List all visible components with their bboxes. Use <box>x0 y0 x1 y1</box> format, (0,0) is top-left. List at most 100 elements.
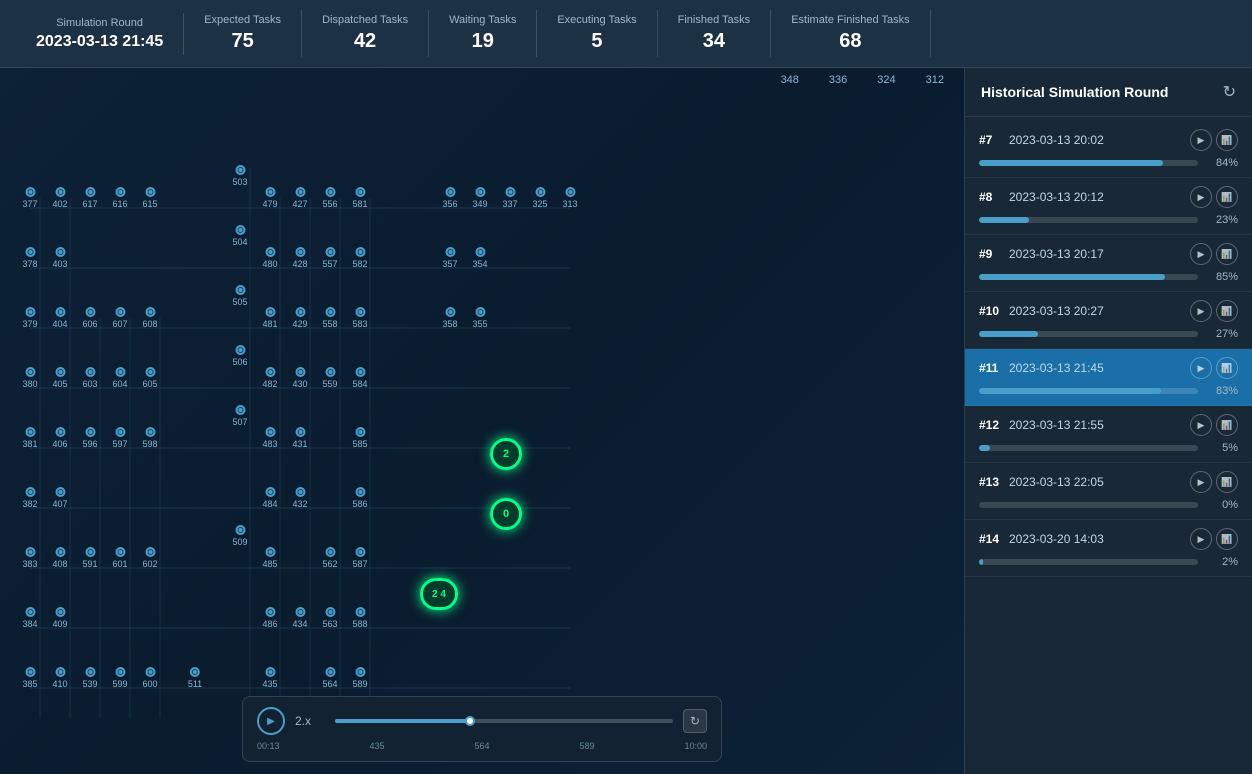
node-616[interactable]: 616 <box>112 187 127 209</box>
node-583[interactable]: 583 <box>352 307 367 329</box>
node-558[interactable]: 558 <box>322 307 337 329</box>
node-407[interactable]: 407 <box>52 487 67 509</box>
node-601[interactable]: 601 <box>112 547 127 569</box>
node-539[interactable]: 539 <box>82 667 97 689</box>
node-427[interactable]: 427 <box>292 187 307 209</box>
node-404[interactable]: 404 <box>52 307 67 329</box>
node-406[interactable]: 406 <box>52 427 67 449</box>
node-428[interactable]: 428 <box>292 247 307 269</box>
node-325[interactable]: 325 <box>532 187 547 209</box>
node-486[interactable]: 486 <box>262 607 277 629</box>
node-509[interactable]: 509 <box>232 525 247 547</box>
node-430[interactable]: 430 <box>292 367 307 389</box>
round-play-button-7[interactable]: ▶ <box>1190 528 1212 550</box>
node-503[interactable]: 503 <box>232 165 247 187</box>
node-506[interactable]: 506 <box>232 345 247 367</box>
node-480[interactable]: 480 <box>262 247 277 269</box>
node-402[interactable]: 402 <box>52 187 67 209</box>
node-564[interactable]: 564 <box>322 667 337 689</box>
node-587[interactable]: 587 <box>352 547 367 569</box>
node-598[interactable]: 598 <box>142 427 157 449</box>
node-591[interactable]: 591 <box>82 547 97 569</box>
node-482[interactable]: 482 <box>262 367 277 389</box>
round-item-9[interactable]: #92023-03-13 20:17▶📊85% <box>965 235 1252 292</box>
timeline[interactable] <box>335 719 673 723</box>
node-385[interactable]: 385 <box>22 667 37 689</box>
round-play-button-1[interactable]: ▶ <box>1190 186 1212 208</box>
round-chart-button-4[interactable]: 📊 <box>1216 357 1238 379</box>
node-582[interactable]: 582 <box>352 247 367 269</box>
round-play-button-5[interactable]: ▶ <box>1190 414 1212 436</box>
node-355[interactable]: 355 <box>472 307 487 329</box>
node-511[interactable]: 511 <box>188 667 202 689</box>
round-play-button-4[interactable]: ▶ <box>1190 357 1212 379</box>
node-383[interactable]: 383 <box>22 547 37 569</box>
round-chart-button-5[interactable]: 📊 <box>1216 414 1238 436</box>
node-484[interactable]: 484 <box>262 487 277 509</box>
node-384[interactable]: 384 <box>22 607 37 629</box>
round-chart-button-3[interactable]: 📊 <box>1216 300 1238 322</box>
node-584[interactable]: 584 <box>352 367 367 389</box>
round-item-11[interactable]: #112023-03-13 21:45▶📊83% <box>965 349 1252 406</box>
node-588[interactable]: 588 <box>352 607 367 629</box>
node-337[interactable]: 337 <box>502 187 517 209</box>
node-356[interactable]: 356 <box>442 187 457 209</box>
node-563[interactable]: 563 <box>322 607 337 629</box>
round-play-button-2[interactable]: ▶ <box>1190 243 1212 265</box>
node-382[interactable]: 382 <box>22 487 37 509</box>
active-node-2[interactable]: 2 <box>490 438 522 470</box>
node-431[interactable]: 431 <box>292 427 307 449</box>
round-item-8[interactable]: #82023-03-13 20:12▶📊23% <box>965 178 1252 235</box>
node-597[interactable]: 597 <box>112 427 127 449</box>
node-589[interactable]: 589 <box>352 667 367 689</box>
round-chart-button-1[interactable]: 📊 <box>1216 186 1238 208</box>
node-604[interactable]: 604 <box>112 367 127 389</box>
play-button[interactable]: ▶ <box>257 707 285 735</box>
node-485[interactable]: 485 <box>262 547 277 569</box>
node-585[interactable]: 585 <box>352 427 367 449</box>
node-600[interactable]: 600 <box>142 667 157 689</box>
round-play-button-6[interactable]: ▶ <box>1190 471 1212 493</box>
node-617[interactable]: 617 <box>82 187 97 209</box>
node-608[interactable]: 608 <box>142 307 157 329</box>
node-586[interactable]: 586 <box>352 487 367 509</box>
node-507[interactable]: 507 <box>232 405 247 427</box>
node-378[interactable]: 378 <box>22 247 37 269</box>
node-405[interactable]: 405 <box>52 367 67 389</box>
active-node-0[interactable]: 0 <box>490 498 522 530</box>
round-chart-button-6[interactable]: 📊 <box>1216 471 1238 493</box>
round-play-button-3[interactable]: ▶ <box>1190 300 1212 322</box>
round-chart-button-2[interactable]: 📊 <box>1216 243 1238 265</box>
node-409[interactable]: 409 <box>52 607 67 629</box>
node-481[interactable]: 481 <box>262 307 277 329</box>
node-505[interactable]: 505 <box>232 285 247 307</box>
timeline-refresh-button[interactable]: ↻ <box>683 709 707 733</box>
node-380[interactable]: 380 <box>22 367 37 389</box>
node-354[interactable]: 354 <box>472 247 487 269</box>
node-403[interactable]: 403 <box>52 247 67 269</box>
node-429[interactable]: 429 <box>292 307 307 329</box>
node-379[interactable]: 379 <box>22 307 37 329</box>
active-node-2-4[interactable]: 2 4 <box>420 578 458 610</box>
node-606[interactable]: 606 <box>82 307 97 329</box>
node-479[interactable]: 479 <box>262 187 277 209</box>
node-557[interactable]: 557 <box>322 247 337 269</box>
node-556[interactable]: 556 <box>322 187 337 209</box>
node-581[interactable]: 581 <box>352 187 367 209</box>
node-605[interactable]: 605 <box>142 367 157 389</box>
node-504[interactable]: 504 <box>232 225 247 247</box>
node-559[interactable]: 559 <box>322 367 337 389</box>
node-313[interactable]: 313 <box>562 187 577 209</box>
node-603[interactable]: 603 <box>82 367 97 389</box>
node-432[interactable]: 432 <box>292 487 307 509</box>
node-349[interactable]: 349 <box>472 187 487 209</box>
round-chart-button-7[interactable]: 📊 <box>1216 528 1238 550</box>
node-377[interactable]: 377 <box>22 187 37 209</box>
node-599[interactable]: 599 <box>112 667 127 689</box>
round-item-10[interactable]: #102023-03-13 20:27▶📊27% <box>965 292 1252 349</box>
node-410[interactable]: 410 <box>52 667 67 689</box>
node-483[interactable]: 483 <box>262 427 277 449</box>
node-381[interactable]: 381 <box>22 427 37 449</box>
node-408[interactable]: 408 <box>52 547 67 569</box>
round-item-14[interactable]: #142023-03-20 14:03▶📊2% <box>965 520 1252 577</box>
